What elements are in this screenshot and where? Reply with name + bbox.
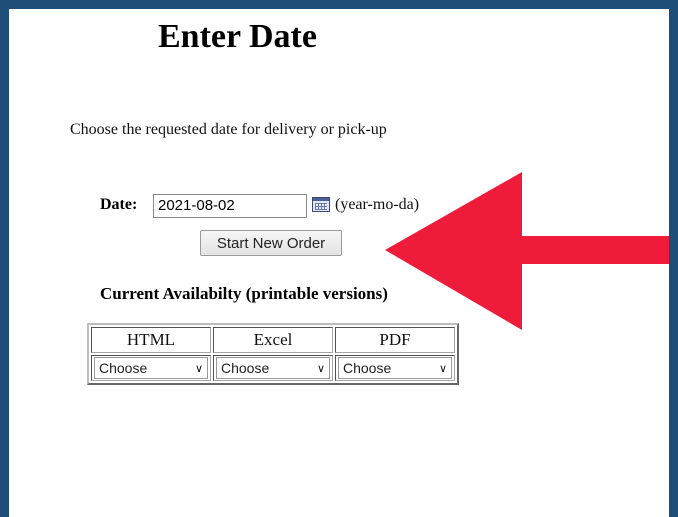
arrow-left-icon xyxy=(385,172,669,330)
